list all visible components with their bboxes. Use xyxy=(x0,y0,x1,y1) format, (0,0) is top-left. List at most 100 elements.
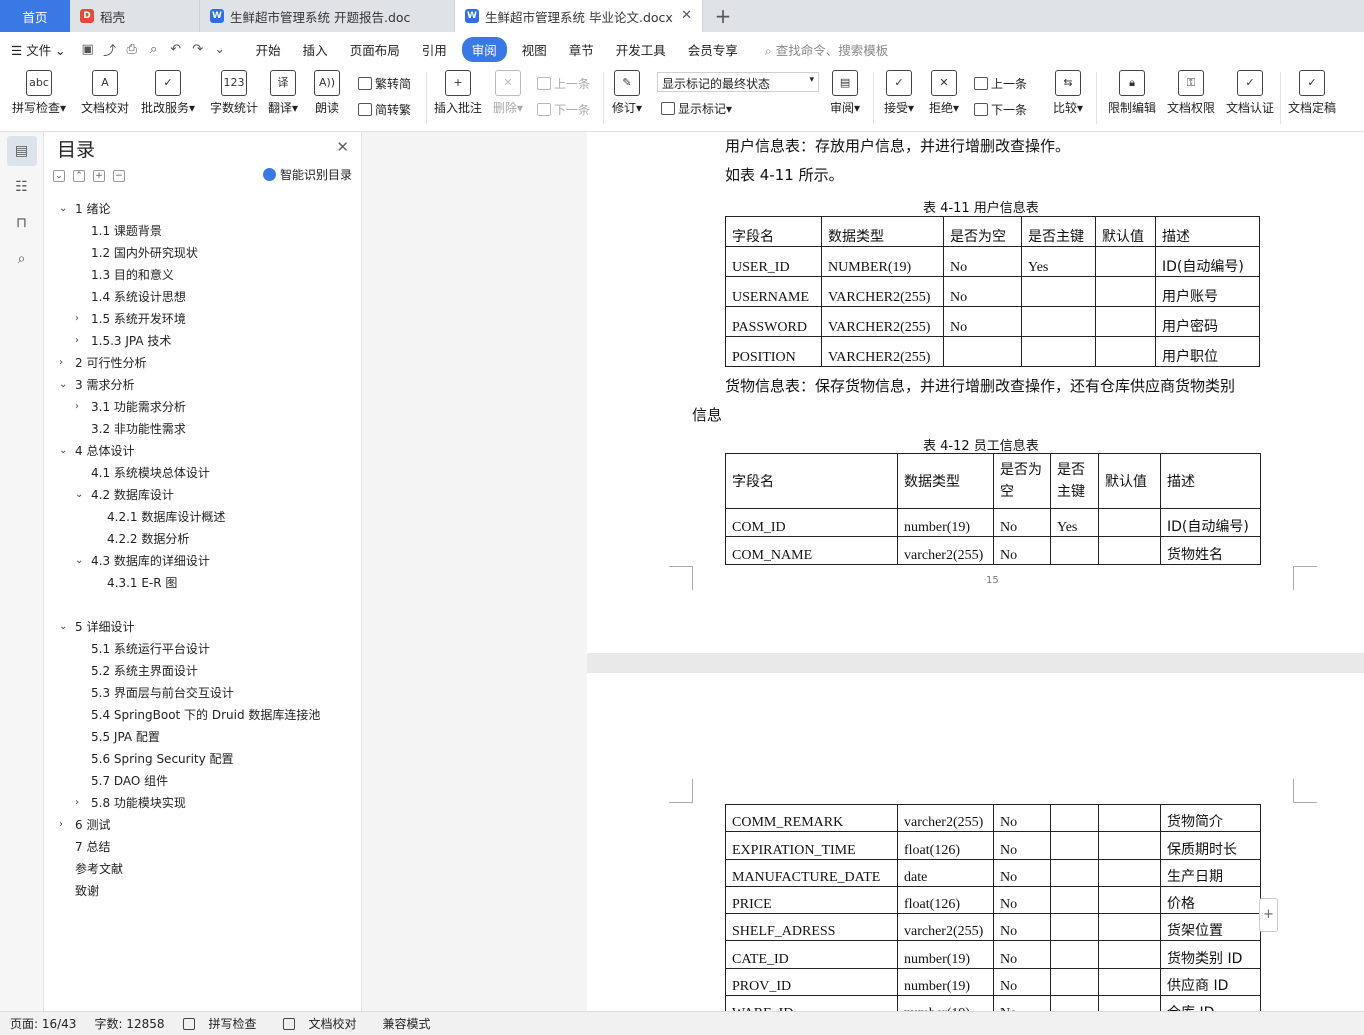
smart-toc-button[interactable]: 智能识别目录 xyxy=(262,166,352,183)
document-certify-button[interactable]: ✓ 文档认证 xyxy=(1226,70,1274,116)
redo-icon[interactable]: ↷ xyxy=(187,42,209,57)
toc-item[interactable]: 4.3.1 E-R 图 xyxy=(45,572,362,594)
collapse-all-icon[interactable]: ⌃ xyxy=(73,170,85,182)
search-icon[interactable]: ⌕ xyxy=(7,244,37,274)
toc-item[interactable]: › 6 测试 xyxy=(45,814,362,836)
chevron-right-icon[interactable]: › xyxy=(59,814,63,836)
toc-item[interactable]: 5.4 SpringBoot 下的 Druid 数据库连接池 xyxy=(45,704,362,726)
restrict-editing-button[interactable]: 🔒︎ 限制编辑 xyxy=(1108,70,1156,116)
toc-item[interactable]: 7 总结 xyxy=(45,836,362,858)
menu-developer[interactable]: 开发工具 xyxy=(605,40,677,59)
delete-comment-button[interactable]: ✕ 删除▾ xyxy=(493,70,523,116)
menu-insert[interactable]: 插入 xyxy=(292,40,339,59)
add-heading-icon[interactable]: + xyxy=(93,170,105,182)
toc-panel-icon[interactable]: ▤ xyxy=(6,136,37,166)
review-pane-button[interactable]: ▤ 审阅▾ xyxy=(830,70,860,116)
chevron-down-icon[interactable]: ⌄ xyxy=(75,550,83,572)
chevron-right-icon[interactable]: › xyxy=(59,352,63,374)
accept-button[interactable]: ✓ 接受▾ xyxy=(884,70,914,116)
document-permission-button[interactable]: ⚿ 文档权限 xyxy=(1167,70,1215,116)
chevron-right-icon[interactable]: › xyxy=(75,330,79,352)
page-indicator[interactable]: 页面: 16/43 xyxy=(10,1015,76,1032)
menu-page-layout[interactable]: 页面布局 xyxy=(339,40,411,59)
close-icon[interactable]: ✕ xyxy=(336,138,349,156)
bookmark-icon[interactable]: ⊓ xyxy=(7,208,37,238)
tab-home[interactable]: 首页 xyxy=(0,0,70,32)
toc-item[interactable]: › 1.5.3 JPA 技术 xyxy=(45,330,362,352)
prev-comment-button[interactable]: 上一条 xyxy=(537,75,590,92)
toc-item[interactable]: 5.1 系统运行平台设计 xyxy=(45,638,362,660)
show-markup-button[interactable]: 显示标记▾ xyxy=(661,100,732,117)
file-menu[interactable]: ☰ 文件 ⌄ xyxy=(0,40,77,59)
toc-item[interactable]: ⌄ 3 需求分析 xyxy=(45,374,362,396)
toc-item[interactable]: › 3.1 功能需求分析 xyxy=(45,396,362,418)
document-finalize-button[interactable]: ✓ 文档定稿 xyxy=(1288,70,1336,116)
chevron-right-icon[interactable]: › xyxy=(75,396,79,418)
toc-item[interactable]: 4.2.1 数据库设计概述 xyxy=(45,506,362,528)
translate-button[interactable]: 译翻译▾ xyxy=(268,70,298,116)
toc-item[interactable]: ⌄ 1 绪论 xyxy=(45,198,362,220)
status-proofread[interactable]: 文档校对 xyxy=(282,1015,365,1032)
quick-access-dropdown-icon[interactable]: ⌄ xyxy=(209,42,231,57)
toc-item[interactable]: ⌄ 4.3 数据库的详细设计 xyxy=(45,550,362,572)
print-preview-icon[interactable]: ⌕ xyxy=(143,42,165,57)
toc-item[interactable]: 3.2 非功能性需求 xyxy=(45,418,362,440)
undo-icon[interactable]: ↶ xyxy=(165,42,187,57)
traditional-to-simplified-button[interactable]: 繁转简 xyxy=(358,75,411,92)
next-change-button[interactable]: 下一条 xyxy=(974,101,1027,118)
menu-review[interactable]: 审阅 xyxy=(461,36,507,62)
tab-thesis-doc[interactable]: W 生鲜超市管理系统 毕业论文.docx ✕ xyxy=(455,0,703,32)
chevron-down-icon[interactable]: ⌄ xyxy=(75,484,83,506)
compare-button[interactable]: ⇆ 比较▾ xyxy=(1053,70,1083,116)
chevron-right-icon[interactable]: › xyxy=(75,308,79,330)
toc-item[interactable]: 4.2.2 数据分析 xyxy=(45,528,362,550)
command-search[interactable]: ⌕ 查找命令、搜索模板 xyxy=(765,40,889,59)
spell-check-button[interactable]: abc 拼写检查▾ xyxy=(12,70,66,116)
toc-item[interactable]: 1.3 目的和意义 xyxy=(45,264,362,286)
toc-item[interactable]: 参考文献 xyxy=(45,858,362,880)
toc-item[interactable]: 1.4 系统设计思想 xyxy=(45,286,362,308)
tab-proposal-doc[interactable]: W 生鲜超市管理系统 开题报告.doc xyxy=(200,0,455,32)
word-count-button[interactable]: 123 字数统计 xyxy=(210,70,258,116)
save-icon[interactable]: ▣ xyxy=(77,42,99,57)
print-icon[interactable]: ⎙ xyxy=(121,42,143,57)
chevron-down-icon[interactable]: ⌄ xyxy=(59,440,67,462)
toc-item[interactable]: 1.1 课题背景 xyxy=(45,220,362,242)
reject-button[interactable]: ✕ 拒绝▾ xyxy=(929,70,959,116)
markup-state-select[interactable]: 显示标记的最终状态 ▾ xyxy=(657,72,819,92)
word-count[interactable]: 字数: 12858 xyxy=(94,1015,164,1032)
toc-item[interactable]: 1.2 国内外研究现状 xyxy=(45,242,362,264)
tab-docer[interactable]: D 稻壳 xyxy=(70,0,200,32)
toc-item[interactable]: 致谢 xyxy=(45,880,362,902)
remove-heading-icon[interactable]: − xyxy=(113,170,125,182)
toc-item[interactable]: 5.6 Spring Security 配置 xyxy=(45,748,362,770)
toc-item[interactable]: 5.7 DAO 组件 xyxy=(45,770,362,792)
menu-chapter[interactable]: 章节 xyxy=(558,40,605,59)
next-comment-button[interactable]: 下一条 xyxy=(537,101,590,118)
new-tab-plus-icon[interactable]: + xyxy=(703,0,743,32)
menu-references[interactable]: 引用 xyxy=(411,40,458,59)
add-icon[interactable]: + xyxy=(1259,898,1278,932)
toc-item[interactable]: › 1.5 系统开发环境 xyxy=(45,308,362,330)
document-proofread-button[interactable]: A 文档校对 xyxy=(81,70,129,116)
batch-service-button[interactable]: ✓ 批改服务▾ xyxy=(141,70,195,116)
chevron-down-icon[interactable]: ⌄ xyxy=(59,374,67,396)
menu-member[interactable]: 会员专享 xyxy=(677,40,749,59)
chevron-right-icon[interactable]: › xyxy=(75,792,79,814)
toc-item[interactable]: 5.2 系统主界面设计 xyxy=(45,660,362,682)
close-icon[interactable]: ✕ xyxy=(681,8,692,23)
toc-item[interactable]: › 5.8 功能模块实现 xyxy=(45,792,362,814)
toc-item[interactable]: ⌄ 4.2 数据库设计 xyxy=(45,484,362,506)
expand-all-icon[interactable]: ⌄ xyxy=(53,170,65,182)
insert-comment-button[interactable]: + 插入批注 xyxy=(434,70,482,116)
menu-start[interactable]: 开始 xyxy=(245,40,292,59)
toc-item[interactable]: 4.1 系统模块总体设计 xyxy=(45,462,362,484)
read-aloud-button[interactable]: A)) 朗读 xyxy=(314,70,340,116)
toc-item[interactable]: › 2 可行性分析 xyxy=(45,352,362,374)
toc-item[interactable]: 5.5 JPA 配置 xyxy=(45,726,362,748)
track-changes-button[interactable]: ✎ 修订▾ xyxy=(612,70,642,116)
toc-item[interactable]: 5.3 界面层与前台交互设计 xyxy=(45,682,362,704)
menu-view[interactable]: 视图 xyxy=(511,40,558,59)
chapter-navigation-icon[interactable]: ☷ xyxy=(7,172,37,202)
share-icon[interactable]: ⤴ xyxy=(99,40,121,59)
